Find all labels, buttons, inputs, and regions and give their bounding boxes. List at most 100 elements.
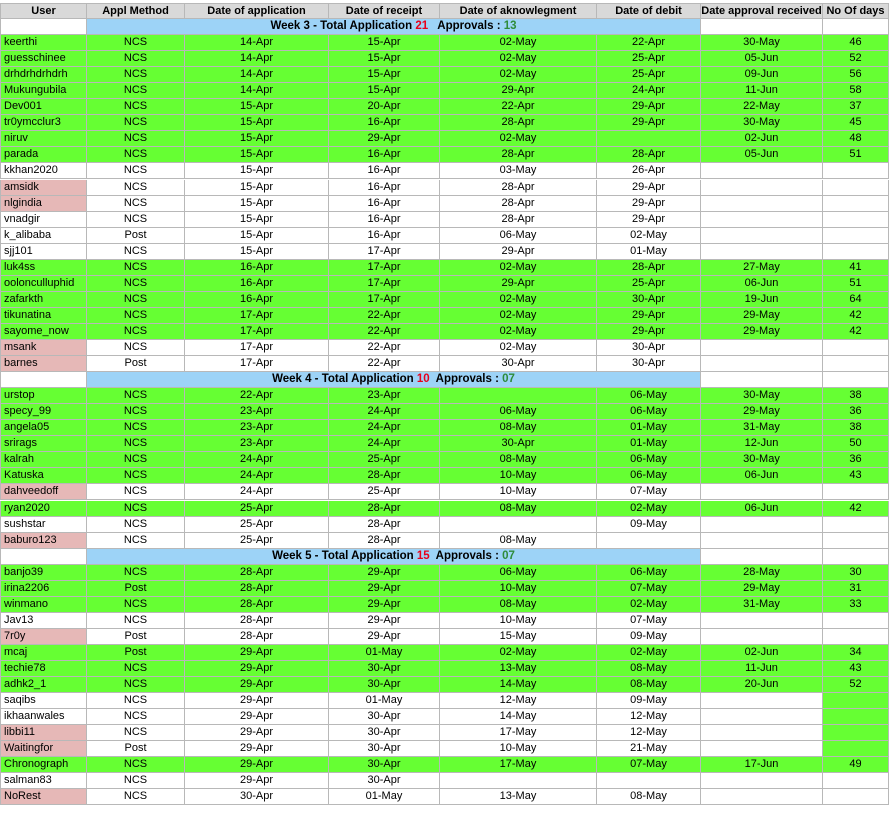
days-cell[interactable]: 51 [823,275,889,292]
receipt-date-cell[interactable]: 16-Apr [329,195,440,212]
days-cell[interactable]: 43 [823,661,889,678]
debit-date-cell[interactable]: 29-Apr [597,115,701,132]
method-cell[interactable]: Post [87,356,185,373]
application-date-cell[interactable]: 15-Apr [185,179,329,196]
debit-date-cell[interactable]: 06-May [597,404,701,421]
method-cell[interactable]: NCS [87,211,185,228]
receipt-date-cell[interactable]: 15-Apr [329,35,440,52]
method-cell[interactable]: NCS [87,243,185,260]
header-date-approval-received[interactable]: Date approval received [701,3,823,19]
method-cell[interactable]: NCS [87,67,185,84]
user-cell[interactable]: Waitingfor [0,741,87,758]
debit-date-cell[interactable]: 07-May [597,612,701,629]
user-cell[interactable]: oolonculluphid [0,275,87,292]
acknowledgement-date-cell[interactable]: 08-May [440,532,597,549]
days-cell[interactable] [823,516,889,533]
approval-date-cell[interactable]: 12-Jun [701,436,823,453]
user-cell[interactable]: sushstar [0,516,87,533]
application-date-cell[interactable]: 29-Apr [185,725,329,742]
user-cell[interactable]: saqibs [0,693,87,710]
method-cell[interactable]: NCS [87,51,185,68]
acknowledgement-date-cell[interactable]: 02-May [440,259,597,276]
debit-date-cell[interactable]: 29-Apr [597,307,701,324]
receipt-date-cell[interactable]: 23-Apr [329,388,440,405]
approval-date-cell[interactable]: 20-Jun [701,677,823,694]
header-appl-method[interactable]: Appl Method [87,3,185,19]
user-cell[interactable]: luk4ss [0,259,87,276]
method-cell[interactable]: NCS [87,468,185,485]
method-cell[interactable]: NCS [87,291,185,308]
days-cell[interactable] [823,243,889,260]
days-cell[interactable]: 37 [823,99,889,116]
debit-date-cell[interactable]: 12-May [597,709,701,726]
user-cell[interactable]: nlgindia [0,195,87,212]
receipt-date-cell[interactable]: 28-Apr [329,516,440,533]
acknowledgement-date-cell[interactable]: 15-May [440,628,597,645]
method-cell[interactable]: NCS [87,147,185,164]
debit-date-cell[interactable]: 25-Apr [597,51,701,68]
method-cell[interactable]: NCS [87,179,185,196]
application-date-cell[interactable]: 24-Apr [185,452,329,469]
application-date-cell[interactable]: 28-Apr [185,596,329,613]
receipt-date-cell[interactable]: 28-Apr [329,468,440,485]
approval-date-cell[interactable]: 06-Jun [701,500,823,517]
method-cell[interactable]: NCS [87,388,185,405]
application-date-cell[interactable]: 29-Apr [185,757,329,774]
user-cell[interactable]: tikunatina [0,307,87,324]
days-cell[interactable] [823,693,889,710]
acknowledgement-date-cell[interactable]: 10-May [440,580,597,597]
user-cell[interactable]: dahveedoff [0,484,87,501]
days-cell[interactable] [823,612,889,629]
approval-date-cell[interactable] [701,741,823,758]
method-cell[interactable]: Post [87,227,185,244]
acknowledgement-date-cell[interactable]: 06-May [440,227,597,244]
application-date-cell[interactable]: 15-Apr [185,115,329,132]
method-cell[interactable]: NCS [87,436,185,453]
header-date-of-application[interactable]: Date of application [185,3,329,19]
approval-date-cell[interactable] [701,628,823,645]
user-cell[interactable]: amsidk [0,179,87,196]
debit-date-cell[interactable]: 29-Apr [597,323,701,340]
user-cell[interactable]: kalrah [0,452,87,469]
approval-date-cell[interactable] [701,484,823,501]
debit-date-cell[interactable]: 30-Apr [597,356,701,373]
receipt-date-cell[interactable]: 17-Apr [329,291,440,308]
debit-date-cell[interactable]: 01-May [597,243,701,260]
receipt-date-cell[interactable]: 25-Apr [329,484,440,501]
approval-date-cell[interactable]: 31-May [701,420,823,437]
approval-date-cell[interactable]: 29-May [701,323,823,340]
application-date-cell[interactable]: 30-Apr [185,789,329,806]
method-cell[interactable]: NCS [87,340,185,357]
application-date-cell[interactable]: 29-Apr [185,741,329,758]
application-date-cell[interactable]: 28-Apr [185,612,329,629]
approval-date-cell[interactable]: 19-Jun [701,291,823,308]
acknowledgement-date-cell[interactable] [440,388,597,405]
user-cell[interactable]: drhdrhdrhdrh [0,67,87,84]
days-cell[interactable]: 58 [823,83,889,100]
acknowledgement-date-cell[interactable]: 14-May [440,677,597,694]
method-cell[interactable]: NCS [87,484,185,501]
acknowledgement-date-cell[interactable]: 08-May [440,420,597,437]
days-cell[interactable]: 49 [823,757,889,774]
user-cell[interactable]: barnes [0,356,87,373]
application-date-cell[interactable]: 25-Apr [185,500,329,517]
user-cell[interactable]: Chronograph [0,757,87,774]
method-cell[interactable]: Post [87,741,185,758]
acknowledgement-date-cell[interactable]: 02-May [440,340,597,357]
acknowledgement-date-cell[interactable]: 02-May [440,644,597,661]
days-cell[interactable]: 41 [823,259,889,276]
approval-date-cell[interactable]: 30-May [701,388,823,405]
application-date-cell[interactable]: 15-Apr [185,195,329,212]
receipt-date-cell[interactable]: 30-Apr [329,773,440,790]
receipt-date-cell[interactable]: 30-Apr [329,661,440,678]
days-cell[interactable]: 52 [823,677,889,694]
user-cell[interactable]: banjo39 [0,564,87,581]
user-cell[interactable]: adhk2_1 [0,677,87,694]
acknowledgement-date-cell[interactable]: 17-May [440,725,597,742]
user-cell[interactable]: Jav13 [0,612,87,629]
days-cell[interactable]: 45 [823,115,889,132]
method-cell[interactable]: NCS [87,323,185,340]
method-cell[interactable]: NCS [87,275,185,292]
receipt-date-cell[interactable]: 01-May [329,789,440,806]
band-empty-cell[interactable] [0,372,87,389]
